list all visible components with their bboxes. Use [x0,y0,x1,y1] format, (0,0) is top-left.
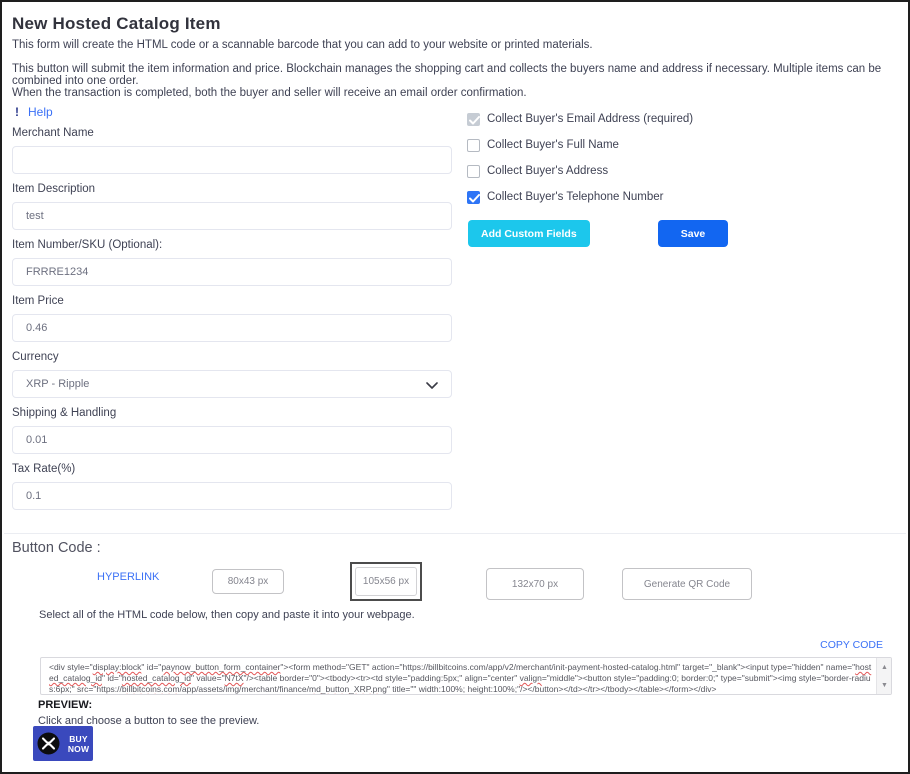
item-price-field: Item Price [12,294,452,342]
size-button-80x43[interactable]: 80x43 px [212,569,284,594]
size-button-105x56-label: 105x56 px [355,567,417,596]
buy-now-preview-button[interactable]: BUY NOW [33,726,93,761]
intro-paragraph-2: This button will submit the item informa… [12,63,908,87]
buyer-info-options: Collect Buyer's Email Address (required)… [467,112,897,248]
buy-now-label: BUY NOW [64,734,93,754]
copy-code-link[interactable]: COPY CODE [820,639,883,651]
exclamation-icon: ! [15,105,19,119]
scroll-up-icon[interactable]: ▲ [877,660,892,674]
tax-rate-label: Tax Rate(%) [12,462,452,476]
checkbox-collect-full-name[interactable] [467,139,480,152]
size-button-132x70[interactable]: 132x70 px [486,568,584,600]
checkbox-label: Collect Buyer's Address [487,165,608,177]
merchant-name-field: Merchant Name [12,126,452,174]
tax-rate-field: Tax Rate(%) [12,462,452,510]
checkbox-collect-telephone[interactable] [467,191,480,204]
item-sku-label: Item Number/SKU (Optional): [12,238,452,252]
item-description-field: Item Description [12,182,452,230]
help-link[interactable]: Help [28,105,53,119]
item-description-label: Item Description [12,182,452,196]
tax-rate-input[interactable] [12,482,452,510]
intro-paragraph-3: When the transaction is completed, both … [12,87,527,99]
form-actions: Add Custom Fields Save [467,220,897,248]
checkbox-label: Collect Buyer's Telephone Number [487,191,664,203]
preview-label: PREVIEW: [38,699,92,711]
code-instruction: Select all of the HTML code below, then … [39,609,415,621]
checkbox-label: Collect Buyer's Full Name [487,139,619,151]
checkbox-row-full-name[interactable]: Collect Buyer's Full Name [467,138,897,152]
checkbox-label: Collect Buyer's Email Address (required) [487,113,693,125]
intro-paragraph-1: This form will create the HTML code or a… [12,39,593,51]
merchant-name-input[interactable] [12,146,452,174]
size-button-105x56-selected[interactable]: 105x56 px [350,562,422,601]
button-code-title: Button Code : [12,540,101,556]
shipping-handling-input[interactable] [12,426,452,454]
section-divider [4,533,906,534]
save-button[interactable]: Save [658,220,728,247]
html-code-textarea[interactable]: <div style="display:block" id="paynow_bu… [40,657,892,695]
checkbox-row-telephone[interactable]: Collect Buyer's Telephone Number [467,190,897,204]
item-price-input[interactable] [12,314,452,342]
currency-selected-value: XRP - Ripple [26,378,89,390]
scroll-down-icon[interactable]: ▼ [877,678,892,692]
currency-label: Currency [12,350,452,364]
shipping-handling-field: Shipping & Handling [12,406,452,454]
currency-field: Currency XRP - Ripple [12,350,452,398]
shipping-handling-label: Shipping & Handling [12,406,452,420]
add-custom-fields-button[interactable]: Add Custom Fields [468,220,590,247]
item-price-label: Item Price [12,294,452,308]
item-description-input[interactable] [12,202,452,230]
html-code-text: <div style="display:block" id="paynow_bu… [41,658,876,694]
catalog-item-form: Merchant Name Item Description Item Numb… [12,126,452,518]
checkbox-collect-address[interactable] [467,165,480,178]
currency-select[interactable]: XRP - Ripple [12,370,452,398]
generate-qr-code-button[interactable]: Generate QR Code [622,568,752,600]
checkbox-collect-email[interactable] [467,113,480,126]
page-title: New Hosted Catalog Item [12,14,221,34]
chevron-down-icon [426,381,438,393]
help-row: ! Help [15,105,53,119]
code-scrollbar[interactable]: ▲ ▼ [876,658,891,694]
item-sku-input[interactable] [12,258,452,286]
xrp-logo-icon [37,732,60,755]
merchant-name-label: Merchant Name [12,126,452,140]
checkbox-row-email[interactable]: Collect Buyer's Email Address (required) [467,112,897,126]
new-hosted-catalog-item-page: New Hosted Catalog Item This form will c… [0,0,910,774]
hyperlink-link[interactable]: HYPERLINK [97,571,159,583]
item-sku-field: Item Number/SKU (Optional): [12,238,452,286]
checkbox-row-address[interactable]: Collect Buyer's Address [467,164,897,178]
